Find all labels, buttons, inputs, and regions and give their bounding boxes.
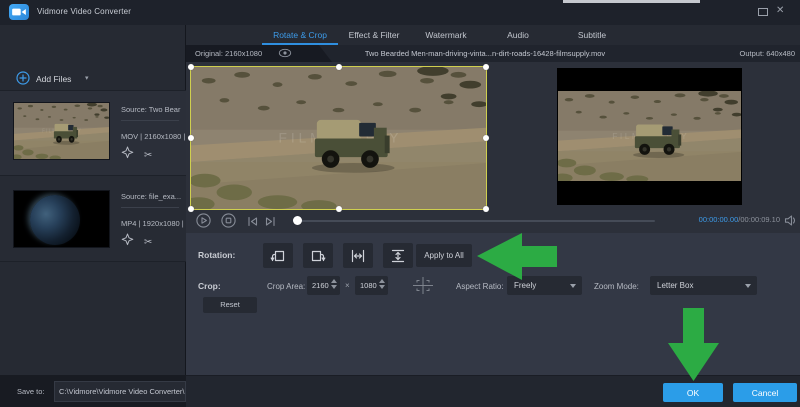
app-title: Vidmore Video Converter — [37, 7, 131, 16]
zoom-mode-value: Letter Box — [657, 276, 693, 295]
save-path-field[interactable] — [54, 381, 186, 402]
crop-position-icon — [412, 276, 434, 300]
aspect-ratio-value: Freely — [514, 276, 536, 295]
zoom-mode-label: Zoom Mode: — [594, 282, 639, 291]
file-source-label: Source: file_exa... — [121, 192, 185, 201]
next-frame-button[interactable] — [264, 215, 277, 233]
crop-handle[interactable] — [483, 206, 489, 212]
file-list-item[interactable]: Source: Two Bear MOV | 2160x1080 | ✂ — [0, 90, 186, 176]
file-format-label: MP4 | 1920x1080 | — [121, 219, 185, 228]
crop-handle[interactable] — [336, 206, 342, 212]
file-list-item[interactable]: Source: file_exa... MP4 | 1920x1080 | ✂ — [0, 176, 186, 262]
flip-horizontal-button[interactable] — [343, 243, 373, 268]
seek-slider[interactable] — [293, 220, 655, 222]
tab-effect-filter[interactable]: Effect & Filter — [334, 25, 414, 45]
save-to-label: Save to: — [17, 387, 45, 396]
tab-audio[interactable]: Audio — [478, 25, 558, 45]
screen-edge-artifact — [563, 0, 700, 3]
cancel-button[interactable]: Cancel — [733, 383, 797, 402]
crop-handle[interactable] — [188, 206, 194, 212]
spinner-up-icon[interactable] — [331, 279, 337, 283]
stop-button[interactable] — [221, 213, 236, 233]
chevron-down-icon — [570, 284, 576, 288]
aspect-ratio-label: Aspect Ratio: — [456, 282, 504, 291]
previous-frame-button[interactable] — [246, 215, 259, 233]
add-files-button[interactable]: Add Files — [36, 74, 71, 84]
flip-vertical-button[interactable] — [383, 243, 413, 268]
tab-subtitle[interactable]: Subtitle — [552, 25, 632, 45]
crop-height-stepper[interactable]: 1080 — [355, 276, 388, 295]
apply-to-all-button[interactable]: Apply to All — [416, 244, 472, 267]
cut-icon[interactable]: ✂ — [144, 236, 152, 249]
add-files-caret-icon[interactable]: ▾ — [85, 74, 89, 82]
ok-button[interactable]: OK — [663, 383, 723, 402]
spinner-down-icon[interactable] — [331, 285, 337, 289]
edit-effect-icon[interactable] — [121, 146, 134, 164]
crop-handle[interactable] — [188, 64, 194, 70]
output-preview-video — [558, 91, 741, 181]
chevron-down-icon — [745, 284, 751, 288]
total-time: /00:00:09.10 — [738, 215, 780, 224]
add-files-icon[interactable] — [16, 71, 30, 90]
maximize-icon[interactable] — [758, 8, 768, 16]
divider — [121, 207, 179, 208]
crop-handle[interactable] — [483, 64, 489, 70]
spinner-down-icon[interactable] — [379, 285, 385, 289]
aspect-ratio-select[interactable]: Freely — [507, 276, 582, 295]
reset-button[interactable]: Reset — [203, 297, 257, 313]
zoom-mode-select[interactable]: Letter Box — [650, 276, 757, 295]
close-icon[interactable]: ✕ — [776, 5, 784, 17]
crop-handle[interactable] — [336, 64, 342, 70]
play-button[interactable] — [196, 213, 211, 233]
crop-height-value[interactable]: 1080 — [360, 276, 377, 295]
crop-preview[interactable] — [190, 66, 487, 210]
file-source-label: Source: Two Bear — [121, 105, 185, 114]
video-thumbnail-earth[interactable] — [13, 190, 110, 248]
compare-eye-icon[interactable] — [278, 45, 292, 63]
file-format-label: MOV | 2160x1080 | — [121, 132, 185, 141]
crop-handle[interactable] — [188, 135, 194, 141]
crop-area-label: Crop Area: — [267, 282, 305, 291]
spinner-up-icon[interactable] — [379, 279, 385, 283]
multiply-sign: × — [345, 281, 350, 290]
cut-icon[interactable]: ✂ — [144, 149, 152, 162]
current-filename: Two Bearded Men-man-driving-vinta...n-di… — [330, 45, 640, 62]
app-logo-icon — [9, 4, 29, 20]
output-resolution-label: Output: 640x480 — [740, 45, 795, 62]
seek-slider-thumb[interactable] — [293, 216, 302, 225]
rotate-right-button[interactable] — [303, 243, 333, 268]
edit-effect-icon[interactable] — [121, 233, 134, 251]
video-thumbnail-truck[interactable] — [13, 102, 110, 160]
crop-width-value[interactable]: 2160 — [312, 276, 329, 295]
app-window: Vidmore Video Converter ✕ Add Files ▾ So… — [0, 0, 800, 407]
original-resolution-banner: Original: 2160x1080 — [186, 45, 332, 62]
rotation-label: Rotation: — [198, 250, 235, 260]
tab-watermark[interactable]: Watermark — [406, 25, 486, 45]
original-resolution-label: Original: 2160x1080 — [195, 49, 262, 58]
crop-width-stepper[interactable]: 2160 — [307, 276, 340, 295]
tab-rotate-crop[interactable]: Rotate & Crop — [260, 25, 340, 45]
output-preview — [557, 68, 742, 205]
crop-label: Crop: — [198, 281, 221, 291]
volume-icon[interactable] — [784, 214, 797, 232]
divider — [121, 120, 179, 121]
rotate-left-button[interactable] — [263, 243, 293, 268]
time-display: 00:00:00.00/00:00:09.10 — [640, 215, 780, 224]
current-time: 00:00:00.00 — [699, 215, 739, 224]
crop-handle[interactable] — [483, 135, 489, 141]
